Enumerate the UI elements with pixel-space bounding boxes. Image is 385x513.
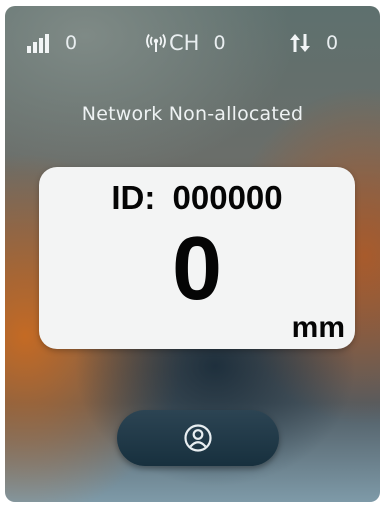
- traffic-indicator: 0: [288, 30, 338, 56]
- status-bar: 0 CH 0 0: [5, 30, 380, 56]
- channel-label: CH: [169, 31, 200, 55]
- user-button[interactable]: [117, 410, 279, 466]
- antenna-icon: [145, 33, 167, 53]
- device-id: ID: 000000: [39, 179, 355, 217]
- up-down-arrows-icon: [288, 32, 312, 54]
- device-id-label: ID:: [111, 179, 156, 216]
- device-id-value: 000000: [172, 179, 283, 216]
- channel-value: 0: [213, 32, 226, 54]
- channel-indicator: CH 0: [145, 30, 226, 56]
- reading-value: 0: [171, 219, 223, 319]
- user-icon: [183, 423, 213, 453]
- device-screen: 0 CH 0 0 Network Non-allocated ID: 00000…: [5, 6, 380, 502]
- network-status: Network Non-allocated: [81, 103, 304, 125]
- signal-bars-icon: [27, 33, 51, 53]
- signal-value: 0: [65, 32, 78, 54]
- reading-unit: mm: [291, 311, 345, 344]
- traffic-value: 0: [326, 32, 339, 54]
- reading-card: ID: 000000 0 mm: [39, 167, 355, 349]
- signal-indicator: 0: [27, 30, 77, 56]
